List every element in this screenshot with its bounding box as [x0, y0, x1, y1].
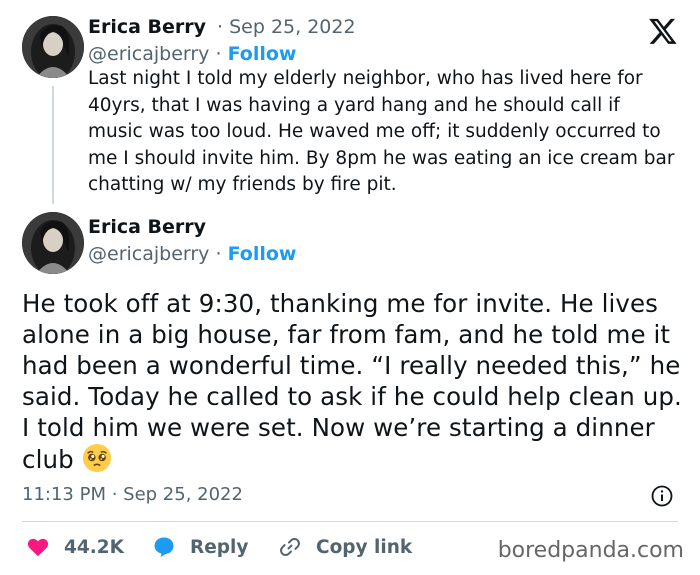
info-icon[interactable] — [650, 484, 674, 508]
reply-button[interactable]: Reply — [152, 535, 248, 559]
follow-button[interactable]: Follow — [228, 43, 297, 65]
handle-row: @ericajberry · Follow — [88, 43, 296, 65]
copy-link-button[interactable]: Copy link — [278, 535, 412, 559]
x-logo-icon[interactable] — [648, 16, 678, 46]
tweet-date-row: · Sep 25, 2022 — [217, 16, 356, 38]
watermark: boredpanda.com — [497, 538, 684, 563]
tweet-timestamp[interactable]: 11:13 PM · Sep 25, 2022 — [22, 484, 243, 505]
handle-row: @ericajberry · Follow — [88, 243, 296, 265]
tweet-text: He took off at 9:30, thanking me for inv… — [22, 288, 682, 475]
link-icon — [280, 537, 300, 557]
separator-dot: · — [217, 16, 224, 38]
divider — [22, 521, 678, 522]
author-handle[interactable]: @ericajberry — [88, 43, 209, 65]
copy-link-label: Copy link — [316, 536, 413, 558]
author-name[interactable]: Erica Berry — [88, 216, 206, 238]
author-avatar[interactable] — [22, 16, 84, 78]
pleading-face-emoji-icon — [82, 443, 111, 473]
like-count: 44.2K — [64, 536, 124, 558]
author-avatar[interactable] — [22, 212, 84, 274]
reply-bubble-icon — [154, 537, 174, 557]
tweet-text-body: He took off at 9:30, thanking me for inv… — [22, 289, 682, 474]
separator-dot: · — [215, 43, 222, 65]
like-button[interactable]: 44.2K — [26, 535, 124, 559]
tweet-text: Last night I told my elderly neighbor, w… — [88, 68, 675, 195]
follow-button[interactable]: Follow — [228, 243, 297, 265]
reply-label: Reply — [190, 536, 249, 558]
tweet-date[interactable]: Sep 25, 2022 — [229, 16, 355, 38]
thread-connector-line — [52, 86, 54, 204]
heart-icon — [27, 538, 49, 557]
author-name[interactable]: Erica Berry — [88, 16, 206, 38]
author-handle[interactable]: @ericajberry — [88, 243, 209, 265]
separator-dot: · — [215, 243, 222, 265]
